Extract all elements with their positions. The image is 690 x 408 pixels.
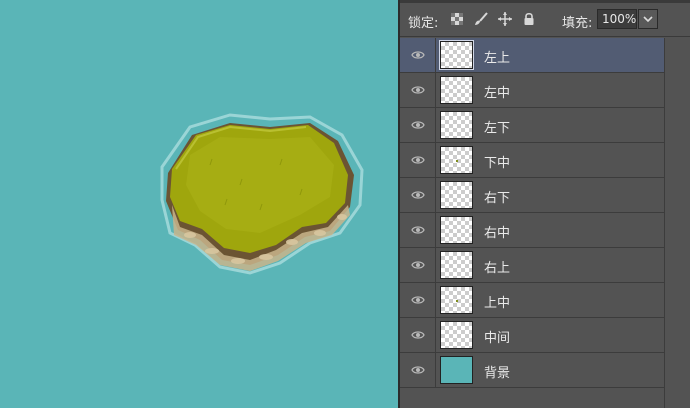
visibility-toggle[interactable]: [400, 213, 436, 247]
visibility-toggle[interactable]: [400, 178, 436, 212]
layer-name[interactable]: 左下: [484, 117, 510, 136]
visibility-toggle[interactable]: [400, 353, 436, 387]
layer-name[interactable]: 右中: [484, 222, 510, 241]
fill-input[interactable]: 100%: [597, 9, 637, 29]
chevron-down-icon: [643, 16, 653, 23]
layer-row[interactable]: 右中: [400, 213, 664, 248]
lock-transparent-pixels-icon[interactable]: [449, 11, 465, 27]
thumbnail-pixel: [456, 300, 458, 302]
layer-row[interactable]: 下中: [400, 143, 664, 178]
eye-icon: [411, 156, 425, 164]
layer-row[interactable]: 上中: [400, 283, 664, 318]
layer-list: 左上左中左下下中右下右中右上上中中间背景: [400, 38, 664, 388]
layer-name[interactable]: 中间: [484, 327, 510, 346]
layer-thumbnail[interactable]: [440, 181, 473, 209]
panel-scrollbar[interactable]: [664, 38, 690, 408]
layer-row[interactable]: 右上: [400, 248, 664, 283]
lock-bar: 锁定: 填充: 100%: [400, 3, 690, 37]
lock-image-pixels-icon[interactable]: [473, 11, 489, 27]
eye-icon: [411, 121, 425, 129]
lock-label: 锁定:: [408, 16, 439, 31]
layers-panel: 锁定: 填充: 100% 左上 左中 左下 下中 右下 右中 右上 上中 中间 …: [398, 0, 690, 408]
thumbnail-pixel: [456, 160, 458, 162]
lock-all-icon[interactable]: [521, 11, 537, 27]
layer-name[interactable]: 右下: [484, 187, 510, 206]
lock-position-icon[interactable]: [497, 11, 513, 27]
fill-dropdown-button[interactable]: [638, 9, 658, 29]
eye-icon: [411, 51, 425, 59]
visibility-toggle[interactable]: [400, 38, 436, 72]
layer-thumbnail[interactable]: [440, 216, 473, 244]
visibility-toggle[interactable]: [400, 73, 436, 107]
layer-row[interactable]: 左上: [400, 38, 664, 73]
layer-name[interactable]: 左上: [484, 47, 510, 66]
eye-icon: [411, 261, 425, 269]
layer-name[interactable]: 右上: [484, 257, 510, 276]
layer-row[interactable]: 背景: [400, 353, 664, 388]
visibility-toggle[interactable]: [400, 283, 436, 317]
layer-name[interactable]: 背景: [484, 362, 510, 381]
visibility-toggle[interactable]: [400, 248, 436, 282]
eye-icon: [411, 191, 425, 199]
grass-island-image: [160, 113, 364, 275]
layer-row[interactable]: 右下: [400, 178, 664, 213]
visibility-toggle[interactable]: [400, 318, 436, 352]
visibility-toggle[interactable]: [400, 108, 436, 142]
layer-thumbnail[interactable]: [440, 286, 473, 314]
eye-icon: [411, 331, 425, 339]
eye-icon: [411, 366, 425, 374]
layer-thumbnail[interactable]: [440, 321, 473, 349]
layer-name[interactable]: 下中: [484, 152, 510, 171]
layer-thumbnail[interactable]: [440, 146, 473, 174]
eye-icon: [411, 296, 425, 304]
layer-row[interactable]: 左中: [400, 73, 664, 108]
layer-name[interactable]: 上中: [484, 292, 510, 311]
layer-thumbnail[interactable]: [440, 111, 473, 139]
layer-thumbnail[interactable]: [440, 356, 473, 384]
layer-thumbnail[interactable]: [440, 76, 473, 104]
eye-icon: [411, 86, 425, 94]
layer-thumbnail[interactable]: [440, 251, 473, 279]
document-canvas[interactable]: [0, 0, 398, 408]
eye-icon: [411, 226, 425, 234]
visibility-toggle[interactable]: [400, 143, 436, 177]
layer-row[interactable]: 中间: [400, 318, 664, 353]
layer-thumbnail[interactable]: [439, 40, 474, 70]
fill-label: 填充:: [562, 16, 593, 31]
layer-name[interactable]: 左中: [484, 82, 510, 101]
layer-row[interactable]: 左下: [400, 108, 664, 143]
